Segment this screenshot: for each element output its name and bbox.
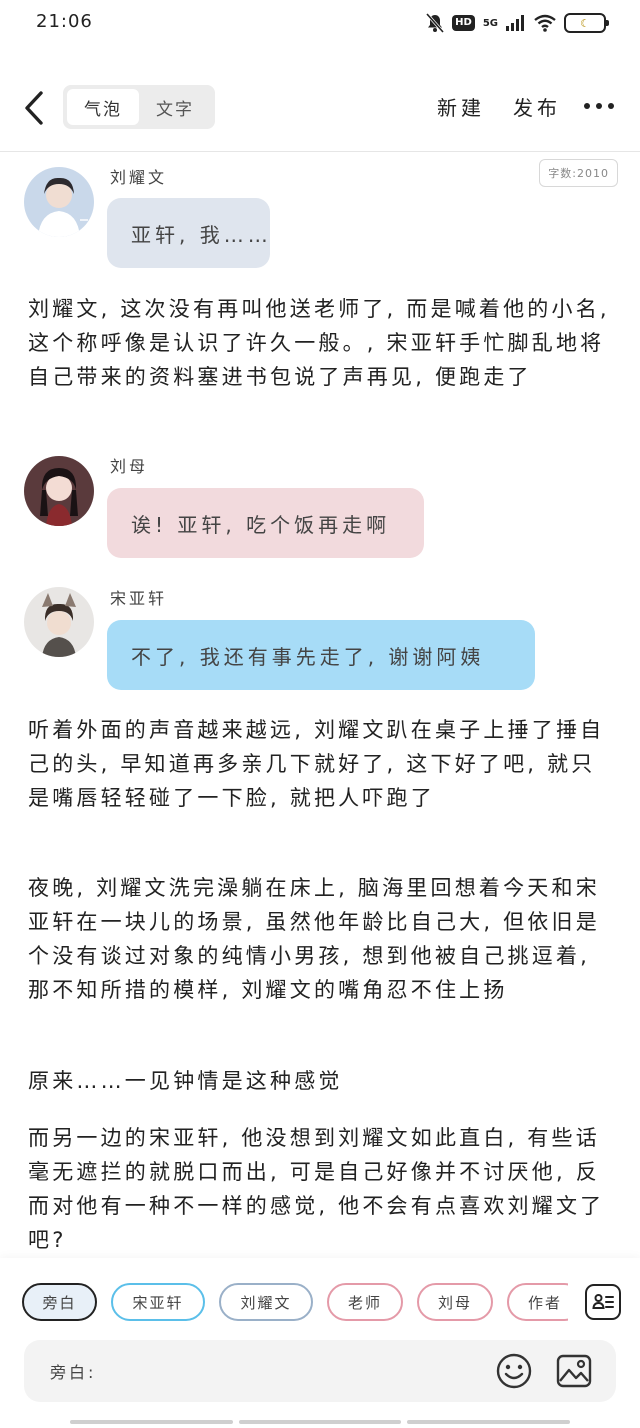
more-dot (596, 103, 602, 109)
wifi-icon (534, 14, 556, 32)
indicator-segment (238, 1420, 402, 1424)
composer-panel: 旁白 宋亚轩 刘耀文 老师 刘母 作者 旁白: (0, 1258, 640, 1428)
editor-header: 气泡 文字 新建 发布 (0, 72, 640, 144)
role-manage-button[interactable] (585, 1284, 621, 1320)
narration-paragraph[interactable]: 而另一边的宋亚轩, 他没想到刘耀文如此直白, 有些话毫无遮拦的就脱口而出, 可是… (28, 1121, 618, 1257)
emoji-button[interactable] (494, 1351, 534, 1391)
message-bubble[interactable]: 诶! 亚轩, 吃个饭再走啊 (107, 488, 424, 558)
indicator-segment (407, 1420, 571, 1424)
word-count-badge: 字数:2010 (539, 159, 618, 187)
indicator-segment (70, 1420, 233, 1424)
contact-card-icon (592, 1294, 614, 1309)
role-chip-song-yaxuan[interactable]: 宋亚轩 (111, 1283, 205, 1321)
battery-icon: ☾ (564, 13, 609, 33)
narration-paragraph[interactable]: 原来……一见钟情是这种感觉 (28, 1064, 618, 1098)
more-dot (608, 103, 614, 109)
message-bubble[interactable]: 亚轩, 我…… (107, 198, 270, 268)
publish-button[interactable]: 发布 (513, 92, 561, 121)
role-chip-liu-yaowen[interactable]: 刘耀文 (219, 1283, 313, 1321)
role-list: 旁白 宋亚轩 刘耀文 老师 刘母 作者 (0, 1283, 568, 1323)
avatar-image (24, 456, 94, 526)
more-button[interactable] (584, 94, 614, 118)
avatar-image (24, 167, 94, 237)
smiley-icon (496, 1353, 532, 1389)
status-time: 21:06 (36, 11, 93, 32)
status-icons: HD 5G ☾ (426, 12, 609, 34)
role-chip-liu-mother[interactable]: 刘母 (417, 1283, 493, 1321)
role-selector: 旁白 宋亚轩 刘耀文 老师 刘母 作者 (0, 1283, 640, 1323)
chevron-left-icon (25, 91, 43, 125)
role-chip-narrator[interactable]: 旁白 (22, 1283, 97, 1321)
speaker-name: 刘母 (110, 457, 149, 476)
moon-icon: ☾ (580, 16, 590, 30)
new-button[interactable]: 新建 (437, 92, 485, 121)
message-input-area: 旁白: (24, 1340, 616, 1402)
narration-paragraph[interactable]: 刘耀文, 这次没有再叫他送老师了, 而是喊着他的小名, 这个称呼像是认识了许久一… (28, 292, 618, 394)
speaker-name: 刘耀文 (110, 168, 168, 187)
network-type: 5G (482, 17, 498, 29)
narration-paragraph[interactable]: 听着外面的声音越来越远, 刘耀文趴在桌子上捶了捶自己的头, 早知道再多亲几下就好… (28, 713, 618, 815)
role-chip-teacher[interactable]: 老师 (327, 1283, 403, 1321)
avatar[interactable] (24, 456, 94, 526)
mode-toggle: 气泡 文字 (63, 85, 215, 129)
more-dot (584, 103, 590, 109)
signal-icon (506, 15, 524, 31)
mode-option-bubble[interactable]: 气泡 (67, 89, 139, 125)
image-icon (556, 1354, 592, 1388)
avatar-image (24, 587, 94, 657)
mute-bell-icon (426, 13, 445, 33)
hd-badge: HD (452, 15, 475, 31)
input-role-prefix: 旁白: (50, 1363, 97, 1382)
home-indicator (70, 1420, 571, 1424)
back-button[interactable] (18, 88, 50, 128)
avatar[interactable] (24, 167, 94, 237)
mode-option-text[interactable]: 文字 (139, 89, 211, 125)
image-button[interactable] (554, 1351, 594, 1391)
avatar[interactable] (24, 587, 94, 657)
narration-paragraph[interactable]: 夜晚, 刘耀文洗完澡躺在床上, 脑海里回想着今天和宋亚轩在一块儿的场景, 虽然他… (28, 871, 618, 1007)
header-divider (0, 151, 640, 152)
message-bubble[interactable]: 不了, 我还有事先走了, 谢谢阿姨 (107, 620, 535, 690)
role-chip-author[interactable]: 作者 (507, 1283, 568, 1321)
message-input[interactable] (124, 1354, 504, 1388)
speaker-name: 宋亚轩 (110, 589, 168, 608)
status-bar: 21:06 HD 5G ☾ (0, 0, 640, 50)
